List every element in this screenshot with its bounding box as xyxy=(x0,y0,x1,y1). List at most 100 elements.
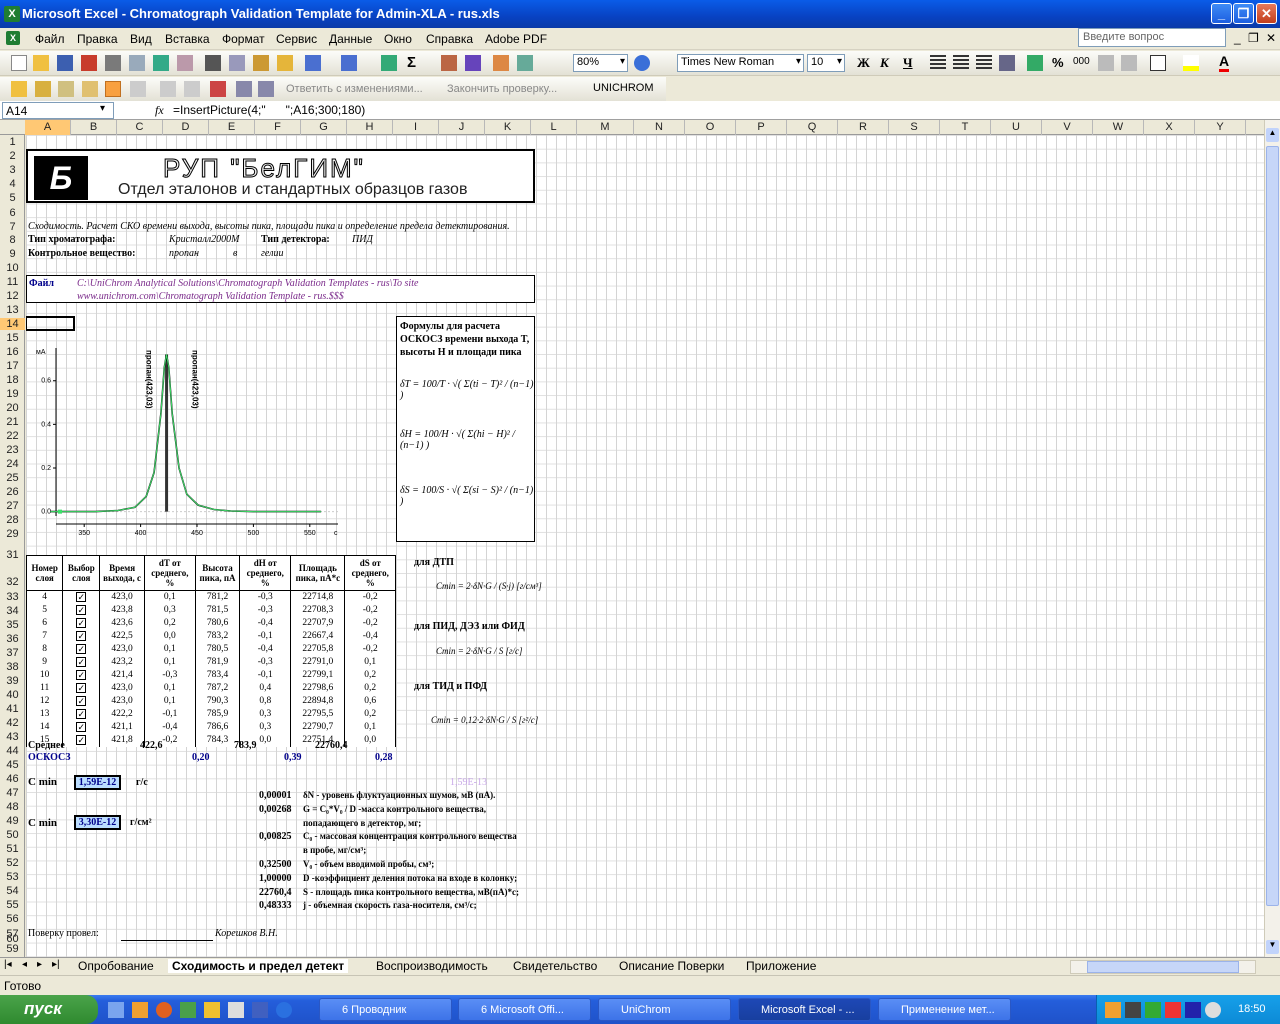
folder-new-icon[interactable] xyxy=(82,81,98,97)
formula-input[interactable]: =InsertPicture(4;" ";A16;300;180) xyxy=(173,103,365,117)
row-header-26[interactable]: 26 xyxy=(0,486,25,498)
italic-button[interactable]: К xyxy=(880,55,889,71)
h-scroll-thumb[interactable] xyxy=(1087,961,1239,973)
row-header-28[interactable]: 28 xyxy=(0,514,25,526)
row-header-17[interactable]: 17 xyxy=(0,360,25,372)
layer-checkbox[interactable]: ✓ xyxy=(76,669,87,680)
file-path-1[interactable]: C:\UniChrom Analytical Solutions\Chromat… xyxy=(77,278,418,289)
row-header-39[interactable]: 39 xyxy=(0,675,25,687)
comma-style-icon[interactable]: 000 xyxy=(1073,56,1090,67)
chart-wizard-icon[interactable] xyxy=(493,55,509,71)
quicklaunch-icon-8[interactable] xyxy=(276,1002,292,1018)
task-office[interactable]: 6 Microsoft Offi... xyxy=(458,998,591,1021)
row-header-2[interactable]: 2 xyxy=(0,150,25,162)
column-header-b[interactable]: B xyxy=(71,120,117,135)
tab-certificate[interactable]: Свидетельство xyxy=(513,959,597,973)
sort-ascending-icon[interactable] xyxy=(441,55,457,71)
layer-checkbox[interactable]: ✓ xyxy=(76,656,87,667)
row-header-38[interactable]: 38 xyxy=(0,661,25,673)
quicklaunch-icon-6[interactable] xyxy=(228,1002,244,1018)
row-header-45[interactable]: 45 xyxy=(0,759,25,771)
merge-center-icon[interactable] xyxy=(999,55,1015,71)
row-header-44[interactable]: 44 xyxy=(0,745,25,757)
align-right-icon[interactable] xyxy=(976,55,992,71)
borders-icon[interactable] xyxy=(1150,55,1166,71)
column-header-k[interactable]: K xyxy=(485,120,531,135)
tab-last-icon[interactable]: ▸| xyxy=(52,959,60,970)
layer-checkbox[interactable]: ✓ xyxy=(76,643,87,654)
row-header-9[interactable]: 9 xyxy=(0,248,25,260)
row-header-47[interactable]: 47 xyxy=(0,787,25,799)
review-icon[interactable] xyxy=(210,81,226,97)
track-icon[interactable] xyxy=(236,81,252,97)
reply-with-changes-button[interactable]: Ответить с изменениями... xyxy=(286,83,423,95)
column-header-f[interactable]: F xyxy=(255,120,301,135)
font-select[interactable]: Times New Roman xyxy=(677,54,804,72)
underline-button[interactable]: Ч xyxy=(903,55,913,71)
paste-icon[interactable] xyxy=(253,55,269,71)
row-header-48[interactable]: 48 xyxy=(0,801,25,813)
menu-edit[interactable]: Правка xyxy=(77,32,118,46)
row-header-35[interactable]: 35 xyxy=(0,619,25,631)
scroll-up-icon[interactable]: ▲ xyxy=(1266,128,1279,142)
column-header-u[interactable]: U xyxy=(991,120,1042,135)
tab-repeatability[interactable]: Сходимость и предел детект xyxy=(168,959,349,973)
menu-view[interactable]: Вид xyxy=(130,32,152,46)
quicklaunch-icon-2[interactable] xyxy=(132,1002,148,1018)
decrease-decimal-icon[interactable] xyxy=(1121,55,1137,71)
menu-window[interactable]: Окно xyxy=(384,32,412,46)
row-header-52[interactable]: 52 xyxy=(0,857,25,869)
tab-first-icon[interactable]: |◂ xyxy=(4,959,12,970)
minimize-button[interactable]: _ xyxy=(1211,3,1232,24)
quicklaunch-icon-1[interactable] xyxy=(108,1002,124,1018)
column-header-p[interactable]: P xyxy=(736,120,787,135)
file-path-2[interactable]: www.unichrom.com\Chromatograph Validatio… xyxy=(77,291,344,302)
highlighted-tool-icon[interactable] xyxy=(105,81,121,97)
row-header-31[interactable]: 31 xyxy=(0,549,25,561)
tab-reproducibility[interactable]: Воспроизводимость xyxy=(376,959,488,973)
tray-icon-5[interactable] xyxy=(1185,1002,1201,1018)
column-header-x[interactable]: X xyxy=(1144,120,1195,135)
menu-insert[interactable]: Вставка xyxy=(165,32,210,46)
drawing-icon[interactable] xyxy=(517,55,533,71)
row-header-6[interactable]: 6 xyxy=(0,207,25,219)
tab-testing[interactable]: Опробование xyxy=(78,959,154,973)
column-header-q[interactable]: Q xyxy=(787,120,838,135)
workbook-icon[interactable]: X xyxy=(6,31,20,45)
row-header-34[interactable]: 34 xyxy=(0,605,25,617)
maximize-button[interactable]: ❐ xyxy=(1233,3,1254,24)
row-header-5[interactable]: 5 xyxy=(0,192,25,204)
column-header-l[interactable]: L xyxy=(531,120,577,135)
task-word[interactable]: Применение мет... xyxy=(878,998,1011,1021)
horizontal-scrollbar[interactable] xyxy=(1070,960,1256,974)
column-header-a[interactable]: A xyxy=(25,120,71,135)
row-header-23[interactable]: 23 xyxy=(0,444,25,456)
column-header-y[interactable]: Y xyxy=(1195,120,1246,135)
insert-function-icon[interactable]: fx xyxy=(155,103,164,118)
row-header-1[interactable]: 1 xyxy=(0,136,25,148)
layer-checkbox[interactable]: ✓ xyxy=(76,721,87,732)
doc-restore-icon[interactable]: ❐ xyxy=(1248,31,1259,45)
scroll-down-icon[interactable]: ▼ xyxy=(1266,940,1279,954)
column-header-e[interactable]: E xyxy=(209,120,255,135)
row-header-4[interactable]: 4 xyxy=(0,178,25,190)
row-header-10[interactable]: 10 xyxy=(0,262,25,274)
end-review-button[interactable]: Закончить проверку... xyxy=(447,83,557,95)
menu-data[interactable]: Данные xyxy=(329,32,372,46)
format-painter-icon[interactable] xyxy=(277,55,293,71)
row-header-20[interactable]: 20 xyxy=(0,402,25,414)
selected-cell-a14[interactable] xyxy=(26,316,75,331)
unichrom-button[interactable]: UNICHROM xyxy=(593,82,654,94)
column-header-j[interactable]: J xyxy=(439,120,485,135)
row-header-40[interactable]: 40 xyxy=(0,689,25,701)
tool-icon-b[interactable] xyxy=(160,81,176,97)
column-header-g[interactable]: G xyxy=(301,120,347,135)
open-icon[interactable] xyxy=(33,55,49,71)
tab-prev-icon[interactable]: ◂ xyxy=(22,959,27,970)
research-icon[interactable] xyxy=(177,55,193,71)
row-header-55[interactable]: 55 xyxy=(0,899,25,911)
tool-icon-a[interactable] xyxy=(130,81,146,97)
fill-color-icon[interactable] xyxy=(1183,55,1199,71)
doc-minimize-icon[interactable]: _ xyxy=(1234,31,1241,45)
row-header-3[interactable]: 3 xyxy=(0,164,25,176)
